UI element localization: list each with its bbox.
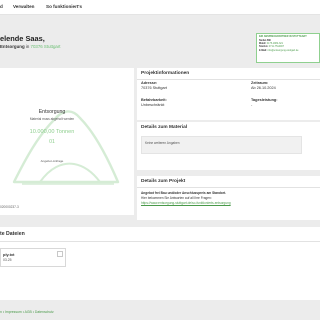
period-label: Zeitraum: bbox=[251, 81, 269, 85]
vehicle-access-value: Unbeschränkt bbox=[141, 103, 165, 107]
daily-output-value: - bbox=[251, 103, 253, 107]
material-details-title: Details zum Material bbox=[141, 125, 188, 130]
material-details-card: Details zum Material Keine weiteren Anga… bbox=[137, 122, 320, 170]
contact-person-box: IHR ANSPRECHPARTNER IN STUTTGART Stefan … bbox=[256, 33, 320, 63]
footer-link-agb[interactable]: AGB bbox=[25, 310, 32, 314]
material-details-text: Keine weiteren Angaben bbox=[145, 141, 180, 145]
overlay-service-title: Entsorgung bbox=[38, 109, 66, 115]
contact-line-email: E-Mail: info@entsorgung-stuttgart.de bbox=[259, 49, 317, 52]
material-details-textbox: Keine weiteren Angaben bbox=[141, 136, 302, 154]
overlay-amount: 10.000,00 Tonnen bbox=[29, 129, 75, 135]
project-details-line-1: Angebot frei Bau und/oder Anschlusspreis… bbox=[141, 191, 227, 195]
project-details-card: Details zum Projekt Angebot frei Bau und… bbox=[137, 176, 320, 220]
nav-item-how-it-works[interactable]: So funktioniert's bbox=[46, 4, 82, 9]
divider bbox=[137, 187, 320, 188]
footer-link-datenschutz[interactable]: Datenschutz bbox=[35, 310, 54, 314]
address-label: Adresse: bbox=[141, 81, 158, 85]
overlay-price: 01 bbox=[49, 139, 55, 145]
project-info-card: Projektinformationen Adresse: 70376 Stut… bbox=[137, 68, 320, 120]
project-details-title: Details zum Projekt bbox=[141, 179, 186, 184]
contact-email-link[interactable]: info@entsorgung-stuttgart.de bbox=[268, 49, 299, 52]
subtitle-location: 70376 Stuttgart bbox=[30, 44, 61, 49]
project-details-link[interactable]: https://www.entsorgung-stuttgart.de/so-f… bbox=[141, 201, 231, 205]
footer-link-impressum[interactable]: Impressum bbox=[5, 310, 22, 314]
vehicle-access-label: Befahrbarkeit: bbox=[141, 98, 167, 102]
contact-email-label: E-Mail: bbox=[259, 48, 267, 52]
order-id: 020000237-3 bbox=[0, 205, 19, 209]
overlay-request-label: Angebot-Anfrage bbox=[40, 159, 64, 163]
file-select-checkbox[interactable] bbox=[57, 251, 63, 257]
contact-title: IHR ANSPRECHPARTNER IN STUTTGART bbox=[259, 35, 307, 38]
subtitle-service: Entsorgung bbox=[0, 44, 25, 49]
file-date: 03.25 bbox=[3, 258, 12, 262]
file-tile[interactable]: ply.txt 03.25 bbox=[0, 248, 66, 267]
divider bbox=[137, 79, 320, 80]
daily-output-label: Tagesleistung: bbox=[251, 98, 278, 102]
project-details-line-2: Hier bekommen Sie Antworten auf all Ihre… bbox=[141, 196, 212, 200]
nav-item-verwalten[interactable]: Verwalten bbox=[13, 4, 34, 9]
overlay-description: Material muss abgeholt werden bbox=[29, 117, 75, 121]
footer-links: n • Impressum • AGB • Datenschutz bbox=[0, 310, 54, 314]
address-value: 70376 Stuttgart bbox=[141, 86, 167, 90]
files-title: te Dateien bbox=[0, 231, 25, 237]
file-name: ply.txt bbox=[3, 252, 15, 257]
project-info-title: Projektinformationen bbox=[141, 71, 190, 76]
divider bbox=[0, 241, 320, 242]
top-nav-bar: d Verwalten So funktioniert's bbox=[0, 0, 320, 15]
period-value: Ab 26.10.2024 bbox=[251, 86, 276, 90]
nav-item-partial[interactable]: d bbox=[0, 4, 3, 9]
page-subtitle: Entsorgung in 70376 Stuttgart bbox=[0, 44, 61, 49]
page-title: elende Saas, bbox=[0, 34, 45, 43]
